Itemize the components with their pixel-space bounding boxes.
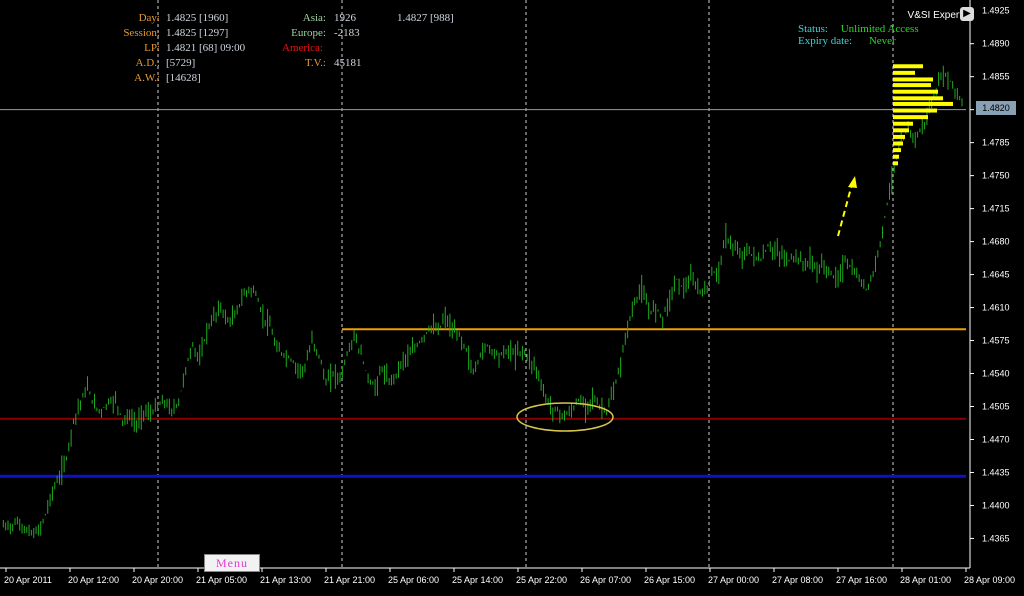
y-tick-label: 1.4610 <box>982 303 1010 313</box>
x-tick-label: 26 Apr 15:00 <box>644 575 695 585</box>
volume-profile-bar <box>893 108 937 113</box>
y-tick-label: 1.4855 <box>982 72 1010 82</box>
x-axis: 20 Apr 2011 20 Apr 12:00 20 Apr 20:00 21 Ap… <box>4 568 1015 585</box>
volume-profile-bar <box>893 121 913 126</box>
menu-button[interactable]: Menu <box>204 554 260 572</box>
price-chart: 1.4925 1.4890 1.4855 1.4820 1.4785 1.4750 1.47… <box>0 0 1015 585</box>
y-tick-label: 1.4750 <box>982 171 1010 181</box>
y-tick-label: 1.4365 <box>982 533 1010 543</box>
y-tick-label: 1.4925 <box>982 6 1010 16</box>
x-tick-label: 21 Apr 21:00 <box>324 575 375 585</box>
x-tick-label: 20 Apr 20:00 <box>132 575 183 585</box>
y-tick-label: 1.4645 <box>982 270 1010 280</box>
y-tick-label: 1.4715 <box>982 204 1010 214</box>
x-tick-label: 28 Apr 01:00 <box>900 575 951 585</box>
asia-value: 1926 <box>334 12 356 24</box>
volume-profile-bar <box>893 115 928 120</box>
europe-label: Europe: <box>291 27 326 39</box>
volume-profile-bar <box>893 96 943 101</box>
day-label: Day: <box>138 12 160 24</box>
x-tick-label: 25 Apr 22:00 <box>516 575 567 585</box>
day-value: 1.4825 [1960] <box>166 12 229 24</box>
volume-profile-bar <box>893 70 915 75</box>
y-tick-label: 1.4470 <box>982 434 1010 444</box>
expiry-label: Expiry date: <box>798 35 853 47</box>
x-tick-label: 21 Apr 13:00 <box>260 575 311 585</box>
volume-profile-bar <box>893 128 909 133</box>
aw-label: A.W.: <box>134 72 160 84</box>
y-axis: 1.49251.48901.48551.48201.47851.47501.47… <box>970 6 1010 543</box>
hat-icon[interactable]: ▶ <box>960 7 974 21</box>
ad-value: [5729] <box>166 57 196 69</box>
lp-value: 1.4821 [68] 09:00 <box>166 42 246 54</box>
tv-value: 45181 <box>334 57 362 69</box>
x-tick-label: 28 Apr 09:00 <box>964 575 1015 585</box>
lp-label: LP: <box>144 42 160 54</box>
x-tick-label: 26 Apr 07:00 <box>580 575 631 585</box>
x-tick-label: 21 Apr 05:00 <box>196 575 247 585</box>
status-panel: Status: Unlimited Access Expiry date: Ne… <box>798 23 919 47</box>
y-tick-label: 1.4505 <box>982 402 1010 412</box>
status-label: Status: <box>798 23 828 35</box>
y-tick-label: 1.4540 <box>982 369 1010 379</box>
session-value: 1.4825 [1297] <box>166 27 229 39</box>
x-tick-label: 27 Apr 00:00 <box>708 575 759 585</box>
y-tick-label: 1.4575 <box>982 336 1010 346</box>
america-label: America: <box>282 42 323 54</box>
asia-label: Asia: <box>302 12 326 24</box>
volume-profile-bar <box>893 134 905 139</box>
y-tick-label: 1.4890 <box>982 39 1010 49</box>
x-tick-label: 27 Apr 08:00 <box>772 575 823 585</box>
volume-profile-bar <box>893 77 933 82</box>
volume-profile-bar <box>893 101 953 106</box>
volume-profile-bar <box>893 83 931 88</box>
y-tick-label: 1.4435 <box>982 467 1010 477</box>
europe-value: -2183 <box>334 27 360 39</box>
status-value: Unlimited Access <box>840 23 919 35</box>
volume-profile-bar <box>893 148 901 153</box>
asia-extra: 1.4827 [988] <box>397 12 454 24</box>
y-tick-label: 1.4400 <box>982 500 1010 510</box>
volume-profile-bar <box>893 141 903 146</box>
tv-label: T.V.: <box>305 57 326 69</box>
y-tick-label: 1.4680 <box>982 237 1010 247</box>
expiry-value: Never <box>868 35 896 47</box>
x-tick-label: 27 Apr 16:00 <box>836 575 887 585</box>
x-tick-label: 20 Apr 12:00 <box>68 575 119 585</box>
aw-value: [14628] <box>166 72 201 84</box>
session-label: Session: <box>123 27 160 39</box>
volume-profile-bar <box>893 89 938 94</box>
expert-name: V&SI Expert <box>907 10 962 21</box>
x-tick-label: 25 Apr 14:00 <box>452 575 503 585</box>
volume-profile-bar <box>893 64 923 69</box>
volume-profile-bar <box>893 154 899 159</box>
x-tick-label: 25 Apr 06:00 <box>388 575 439 585</box>
volume-profile-bar <box>893 161 898 166</box>
y-tick-label: 1.4785 <box>982 138 1010 148</box>
current-price-tag: 1.4820 <box>976 101 1016 115</box>
ad-label: A.D.: <box>135 57 160 69</box>
x-tick-label: 20 Apr 2011 <box>4 575 52 585</box>
